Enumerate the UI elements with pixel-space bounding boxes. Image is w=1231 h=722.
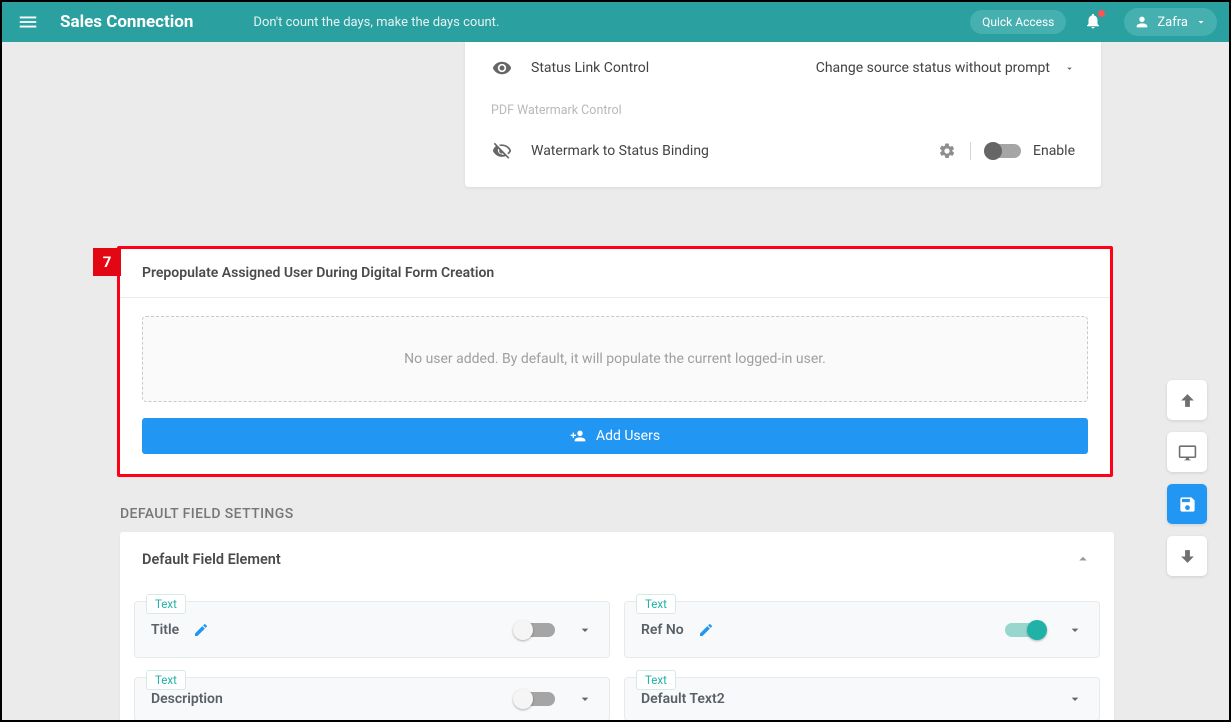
field-refno-row: Ref No	[624, 601, 1100, 658]
user-menu[interactable]: Zafra	[1124, 8, 1217, 36]
prepopulate-user-card: Prepopulate Assigned User During Digital…	[117, 246, 1113, 477]
expand-chevron-down-icon[interactable]	[1067, 622, 1083, 638]
enable-label: Enable	[1033, 143, 1075, 159]
user-name: Zafra	[1157, 15, 1188, 30]
scroll-up-button[interactable]	[1167, 380, 1207, 420]
field-refno-toggle[interactable]	[1005, 623, 1045, 637]
arrow-up-icon	[1178, 391, 1197, 410]
field-default-text2-label: Default Text2	[641, 691, 725, 707]
watermark-binding-label: Watermark to Status Binding	[531, 143, 938, 159]
status-controls-card: Status Link Control Change source status…	[465, 42, 1101, 187]
visibility-off-icon	[491, 140, 513, 162]
prepopulate-heading: Prepopulate Assigned User During Digital…	[120, 249, 1110, 298]
tagline: Don't count the days, make the days coun…	[253, 15, 970, 30]
caret-down-icon	[1064, 63, 1075, 74]
default-field-element-card: Default Field Element Text Title Text	[120, 532, 1114, 720]
step-badge-7: 7	[93, 248, 121, 276]
field-default-text2-row: Default Text2	[624, 677, 1100, 720]
scroll-down-button[interactable]	[1167, 536, 1207, 576]
notification-bell-icon[interactable]	[1084, 12, 1104, 32]
field-type-tag: Text	[636, 594, 676, 614]
person-icon	[1134, 14, 1150, 30]
add-users-label: Add Users	[596, 428, 660, 444]
edit-icon[interactable]	[193, 622, 209, 638]
quick-access-button[interactable]: Quick Access	[970, 10, 1066, 34]
pdf-watermark-section-label: PDF Watermark Control	[491, 103, 1075, 118]
save-icon	[1178, 495, 1197, 514]
status-link-control-value: Change source status without prompt	[816, 60, 1050, 76]
field-title-toggle[interactable]	[515, 623, 555, 637]
field-title-label: Title	[151, 622, 179, 638]
save-button[interactable]	[1167, 484, 1207, 524]
brand-title: Sales Connection	[60, 12, 193, 32]
field-description-toggle[interactable]	[515, 692, 555, 706]
gear-icon[interactable]	[938, 142, 956, 160]
menu-icon[interactable]	[14, 8, 42, 36]
expand-chevron-down-icon[interactable]	[1067, 691, 1083, 707]
field-description-label: Description	[151, 691, 223, 707]
edit-icon[interactable]	[698, 622, 714, 638]
default-field-element-title: Default Field Element	[142, 551, 1074, 568]
status-link-control-row: Status Link Control Change source status…	[491, 57, 1075, 79]
preview-desktop-button[interactable]	[1167, 432, 1207, 472]
floating-actions	[1167, 380, 1207, 576]
person-add-icon	[570, 428, 586, 444]
status-link-control-label: Status Link Control	[531, 60, 816, 76]
field-type-tag: Text	[636, 670, 676, 690]
watermark-enable-toggle[interactable]	[985, 144, 1021, 158]
prepopulate-empty-state: No user added. By default, it will popul…	[142, 316, 1088, 402]
collapse-chevron-up-icon[interactable]	[1074, 550, 1092, 568]
arrow-down-icon	[1178, 547, 1197, 566]
field-type-tag: Text	[146, 670, 186, 690]
notification-dot	[1098, 10, 1105, 17]
default-field-settings-heading: DEFAULT FIELD SETTINGS	[120, 506, 294, 522]
expand-chevron-down-icon[interactable]	[577, 622, 593, 638]
add-users-button[interactable]: Add Users	[142, 418, 1088, 454]
monitor-icon	[1178, 443, 1197, 462]
field-description-row: Description	[134, 677, 610, 720]
app-header: Sales Connection Don't count the days, m…	[2, 2, 1229, 42]
status-link-control-dropdown[interactable]: Change source status without prompt	[816, 60, 1075, 76]
chevron-down-icon	[1195, 16, 1207, 28]
field-title-row: Title	[134, 601, 610, 658]
field-type-tag: Text	[146, 594, 186, 614]
watermark-binding-row: Watermark to Status Binding Enable	[491, 140, 1075, 162]
expand-chevron-down-icon[interactable]	[577, 691, 593, 707]
field-refno-label: Ref No	[641, 622, 684, 638]
visibility-icon	[491, 57, 513, 79]
separator	[970, 142, 971, 160]
